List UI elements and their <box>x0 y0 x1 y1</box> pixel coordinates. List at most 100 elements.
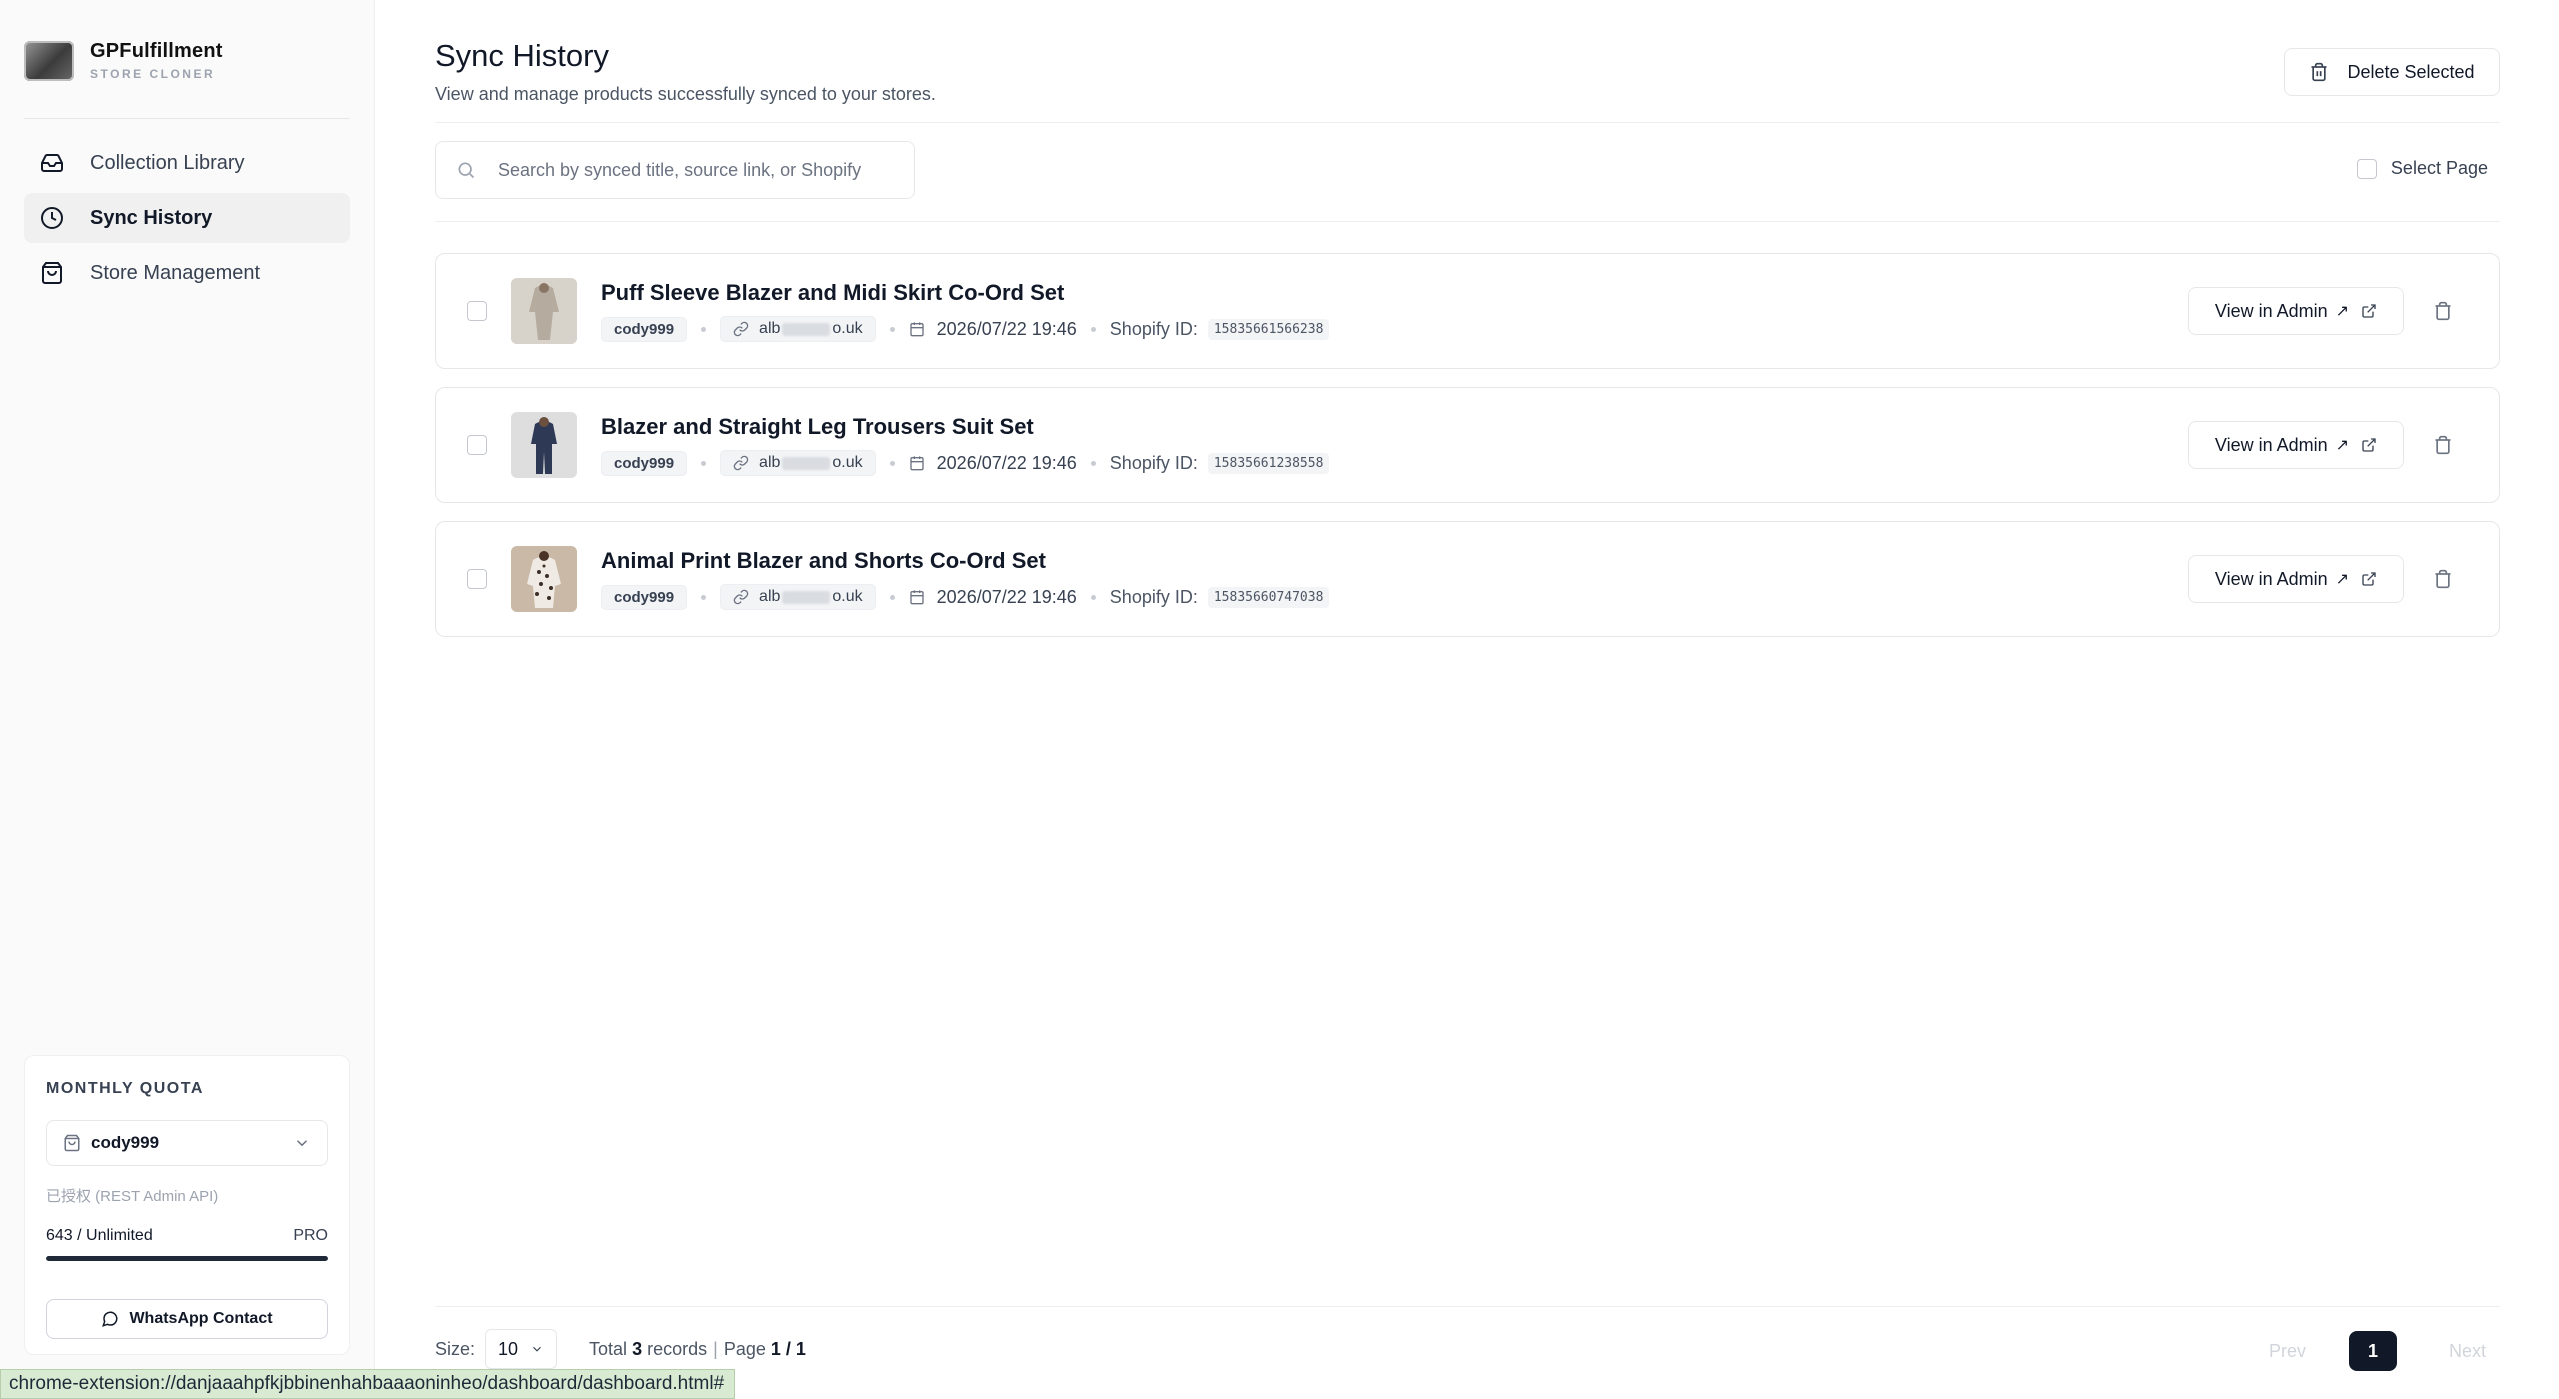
total-prefix: Total <box>589 1338 628 1359</box>
redacted-text <box>782 322 831 336</box>
store-select[interactable]: cody999 <box>46 1120 328 1166</box>
meta-separator <box>1090 326 1096 332</box>
brand-logo <box>24 40 74 81</box>
source-link-start: alb <box>759 454 781 471</box>
row-checkbox[interactable] <box>467 301 487 321</box>
product-thumbnail <box>511 278 577 344</box>
sidebar-nav: Collection Library Sync History Store Ma… <box>24 138 350 303</box>
row-meta: cody999 alb o.uk 2026/07/22 19:46 Shopify… <box>601 450 1330 476</box>
meta-separator <box>701 594 707 600</box>
meta-separator <box>1090 594 1096 600</box>
brand-subtitle: STORE CLONER <box>90 67 216 81</box>
trash-icon <box>2435 569 2451 589</box>
link-icon <box>733 455 749 471</box>
quota-usage-text: 643 / Unlimited <box>46 1227 153 1244</box>
search-icon <box>458 162 475 179</box>
sync-history-list: Puff Sleeve Blazer and Midi Skirt Co-Ord… <box>435 253 2500 655</box>
row-checkbox[interactable] <box>467 435 487 455</box>
meta-separator <box>701 460 707 466</box>
arrow-up-right-icon: ↗ <box>2335 437 2350 454</box>
external-link-icon <box>2362 438 2376 452</box>
monthly-quota-card: MONTHLY QUOTA cody999 已授权 (REST Admin AP… <box>24 1055 350 1355</box>
product-title: Puff Sleeve Blazer and Midi Skirt Co-Ord… <box>601 280 1065 305</box>
search-input[interactable] <box>498 159 898 181</box>
prev-page-button[interactable]: Prev <box>2269 1341 2306 1362</box>
trash-icon <box>2435 301 2451 321</box>
source-link-start: alb <box>759 588 781 605</box>
sidebar-item-store-management[interactable]: Store Management <box>24 248 350 298</box>
quota-progress-fill <box>46 1256 328 1261</box>
page-number-button[interactable]: 1 <box>2348 1331 2397 1371</box>
sidebar-item-label: Collection Library <box>90 151 245 174</box>
sidebar-item-collection-library[interactable]: Collection Library <box>24 138 350 188</box>
sync-date-value: 2026/07/22 19:46 <box>936 318 1077 339</box>
delete-row-button[interactable] <box>2433 569 2455 591</box>
calendar-icon <box>909 456 924 471</box>
view-in-admin-button[interactable]: View in Admin ↗ <box>2188 555 2404 603</box>
header-divider <box>435 122 2500 123</box>
quota-usage: 643 / Unlimited PRO <box>46 1227 328 1245</box>
next-page-button[interactable]: Next <box>2449 1341 2486 1362</box>
row-meta: cody999 alb o.uk 2026/07/22 19:46 Shopify… <box>601 584 1330 610</box>
select-page-checkbox[interactable] <box>2356 158 2377 179</box>
redacted-text <box>782 590 831 604</box>
page-title: Sync History <box>435 38 609 73</box>
page-size-select[interactable]: 10 <box>485 1329 558 1369</box>
main-content: Sync History View and manage products su… <box>435 0 2500 1399</box>
source-link-end: o.uk <box>832 320 863 337</box>
whatsapp-contact-button[interactable]: WhatsApp Contact <box>46 1299 328 1339</box>
footer-divider <box>435 1306 2500 1307</box>
trash-icon <box>2435 435 2451 455</box>
meta-separator <box>889 326 895 332</box>
view-in-admin-label: View in Admin <box>2214 568 2328 589</box>
select-page-toggle[interactable]: Select Page <box>2356 158 2488 179</box>
product-image <box>511 278 577 344</box>
view-in-admin-button[interactable]: View in Admin ↗ <box>2188 287 2404 335</box>
meta-separator <box>701 326 707 332</box>
product-thumbnail <box>511 412 577 478</box>
inbox-icon <box>41 154 63 172</box>
pagination-info: Size: 10 Total 3 records | Page 1 / 1 <box>435 1329 806 1369</box>
store-tag: cody999 <box>601 584 688 610</box>
shopping-bag-icon <box>42 262 62 284</box>
shopify-id: 15835661238558 <box>1207 452 1330 474</box>
row-checkbox[interactable] <box>467 569 487 589</box>
store-select-value: cody999 <box>91 1133 160 1152</box>
view-in-admin-button[interactable]: View in Admin ↗ <box>2188 421 2404 469</box>
sidebar-item-sync-history[interactable]: Sync History <box>24 193 350 243</box>
chevron-down-icon <box>533 1346 541 1352</box>
plan-badge: PRO <box>293 1227 328 1244</box>
product-thumbnail <box>511 546 577 612</box>
quota-progress-bar <box>46 1256 328 1261</box>
product-title: Blazer and Straight Leg Trousers Suit Se… <box>601 414 1034 439</box>
external-link-icon <box>2362 304 2376 318</box>
row-meta: cody999 alb o.uk 2026/07/22 19:46 Shopify… <box>601 316 1330 342</box>
sync-date: 2026/07/22 19:46 <box>909 453 1077 474</box>
pagination-controls: Prev 1 Next <box>2269 1331 2486 1371</box>
calendar-icon <box>909 590 924 605</box>
source-link[interactable]: alb o.uk <box>720 450 876 476</box>
sync-date-value: 2026/07/22 19:46 <box>936 586 1077 607</box>
delete-row-button[interactable] <box>2433 435 2455 457</box>
source-link[interactable]: alb o.uk <box>720 316 876 342</box>
chevron-down-icon <box>296 1140 308 1147</box>
view-in-admin-label: View in Admin <box>2214 300 2328 321</box>
source-link-end: o.uk <box>832 588 863 605</box>
calendar-icon <box>909 322 924 337</box>
delete-row-button[interactable] <box>2433 301 2455 323</box>
delete-selected-button[interactable]: Delete Selected <box>2284 48 2500 96</box>
brand[interactable]: GPFulfillment STORE CLONER <box>24 40 223 81</box>
status-bar-url: chrome-extension://danjaaahpfkjbbinenhah… <box>0 1369 736 1399</box>
clock-icon <box>41 207 63 229</box>
total-suffix: records <box>647 1338 708 1359</box>
select-page-label: Select Page <box>2390 158 2488 178</box>
source-link[interactable]: alb o.uk <box>720 584 876 610</box>
search-box[interactable] <box>435 141 915 199</box>
source-link-start: alb <box>759 320 781 337</box>
link-icon <box>733 589 749 605</box>
product-title: Animal Print Blazer and Shorts Co-Ord Se… <box>601 548 1046 573</box>
store-tag: cody999 <box>601 450 688 476</box>
meta-separator <box>1090 460 1096 466</box>
quota-title: MONTHLY QUOTA <box>46 1080 204 1097</box>
sync-date: 2026/07/22 19:46 <box>909 587 1077 608</box>
